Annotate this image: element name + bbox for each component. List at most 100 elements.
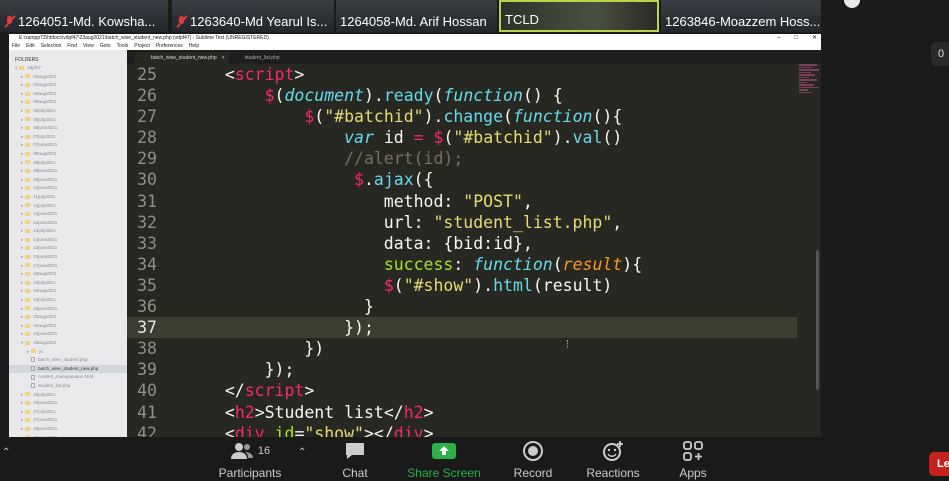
- folder-item[interactable]: ▸ 12july2021: [9, 202, 127, 211]
- folder-icon: [25, 418, 31, 423]
- folder-item[interactable]: ▸ 09june2021: [9, 176, 127, 185]
- code-area[interactable]: 25 <script> 26 $(document).ready(functio…: [127, 64, 797, 437]
- chevron-up-icon[interactable]: ⌃: [298, 447, 306, 458]
- folder-item[interactable]: ▸ 23aug2021: [9, 313, 127, 322]
- folder-item[interactable]: ▸ 19june2021: [9, 305, 127, 314]
- folder-item[interactable]: ▸ 05july2021: [9, 107, 127, 116]
- participants-button[interactable]: 16 Participants: [214, 437, 286, 481]
- folder-item[interactable]: ▸ 18july2021: [9, 279, 127, 288]
- file-item[interactable]: batch_wise_student_new.php: [9, 364, 127, 374]
- participant-tile[interactable]: 1263640-Md Yearul Is...: [172, 0, 334, 32]
- mic-muted-icon: [176, 15, 187, 28]
- folder-item[interactable]: ▸ 06june2021: [9, 124, 127, 133]
- folder-item[interactable]: ▸ 27july2021: [9, 408, 127, 417]
- folder-item[interactable]: ▸ 02aug2021: [9, 73, 127, 82]
- tab-batch-wise-student-new[interactable]: batch_wise_student_new.php ×: [135, 52, 229, 64]
- menu-bar: File Edit Selection Find View Goto Tools…: [9, 43, 821, 50]
- folder-item[interactable]: ▸ 03aug2021: [9, 81, 127, 90]
- code-line: 39 });: [137, 360, 295, 380]
- close-tab-icon[interactable]: ×: [222, 52, 225, 64]
- folder-item-label: 24aug2021: [33, 322, 57, 328]
- folder-item[interactable]: ▸ 17june2021: [9, 262, 127, 271]
- folder-item-label: 13june2021: [33, 219, 58, 225]
- participant-tile[interactable]: 1264051-Md. Kowsha...: [0, 0, 168, 32]
- folder-item[interactable]: ▸ 07june2021: [9, 141, 127, 150]
- menu-project[interactable]: Project: [134, 43, 150, 50]
- folder-item[interactable]: ▸ 11july2021: [9, 193, 127, 202]
- folder-icon: [25, 160, 31, 165]
- folder-item[interactable]: ▸ 24aug2021: [9, 322, 127, 331]
- folder-item[interactable]: ▸ js: [9, 348, 127, 357]
- folder-icon: [25, 211, 31, 216]
- file-item[interactable]: student_list.php: [9, 382, 127, 391]
- menu-goto[interactable]: Goto: [100, 43, 111, 50]
- folder-icon: [25, 186, 31, 191]
- folder-item[interactable]: ▸ 13june2021: [9, 219, 127, 228]
- folder-item[interactable]: ▸ 12june2021: [9, 210, 127, 219]
- folder-icon: [25, 194, 31, 199]
- menu-selection[interactable]: Selection: [41, 43, 62, 50]
- apps-button[interactable]: Apps: [670, 437, 716, 481]
- folder-item[interactable]: ▸ 26june2021: [9, 399, 127, 408]
- minimap[interactable]: [799, 64, 821, 124]
- chevron-up-icon[interactable]: ⌃: [2, 447, 10, 458]
- folder-item[interactable]: ▸ 04aug2021: [9, 90, 127, 99]
- folder-item[interactable]: ▸ 19aug2021: [9, 287, 127, 296]
- folder-item[interactable]: ▸ 14july2021: [9, 227, 127, 236]
- participant-tile-active-speaker[interactable]: TCLD: [499, 0, 659, 32]
- side-panel-button[interactable]: 0: [931, 42, 949, 66]
- meeting-toolbar: ⌃ 16 Participants ⌃ Chat Share Screen Re…: [0, 437, 949, 481]
- folder-item[interactable]: ▸ 08aug2021: [9, 150, 127, 159]
- folder-item[interactable]: ▸ 27june2021: [9, 416, 127, 425]
- folder-root[interactable]: ▾ vdpf47: [9, 64, 127, 73]
- menu-file[interactable]: File: [12, 43, 20, 50]
- folder-item[interactable]: ▸ 24june2021: [9, 330, 127, 339]
- file-item[interactable]: batch_wise_student.php: [9, 356, 127, 365]
- record-icon: [523, 441, 543, 461]
- folder-icon: [25, 426, 31, 431]
- tab-student-list[interactable]: student_list.php: [229, 52, 292, 64]
- folder-item[interactable]: ▸ 10june2021: [9, 184, 127, 193]
- code-line: 35 $("#show").html(result): [137, 275, 613, 295]
- folder-item[interactable]: ▸ 08july2021: [9, 159, 127, 168]
- close-icon[interactable]: ✕: [812, 34, 817, 43]
- folder-item[interactable]: ▾ 23aug2021: [9, 339, 127, 348]
- folder-item-label: 27june2021: [33, 417, 58, 423]
- participant-tile[interactable]: 1264058-Md. Arif Hossan: [336, 0, 497, 32]
- menu-tools[interactable]: Tools: [117, 43, 129, 50]
- menu-find[interactable]: Find: [67, 43, 77, 50]
- menu-view[interactable]: View: [83, 43, 94, 50]
- folder-item[interactable]: ▸ 08june2021: [9, 167, 127, 176]
- code-line: 41 <h2>Student list</h2>: [137, 402, 434, 422]
- folder-item[interactable]: ▸ 06july2021: [9, 116, 127, 125]
- folder-item[interactable]: ▸ 28june2021: [9, 425, 127, 434]
- folder-item-label: batch_wise_student_new.php: [38, 365, 99, 371]
- folder-item-label: 25july2021: [33, 391, 56, 397]
- folder-icon: [25, 409, 31, 414]
- share-screen-button[interactable]: Share Screen: [404, 437, 484, 481]
- folder-item[interactable]: ▸ 07july2021: [9, 133, 127, 142]
- window-control-icon[interactable]: [844, 0, 860, 8]
- code-editor[interactable]: batch_wise_student_new.php × student_list…: [127, 50, 821, 437]
- vertical-scrollbar[interactable]: [816, 250, 819, 390]
- menu-edit[interactable]: Edit: [26, 43, 35, 50]
- folder-item[interactable]: ▸ 05aug2021: [9, 98, 127, 107]
- folder-item[interactable]: ▸ 18aug2021: [9, 270, 127, 279]
- folder-item[interactable]: ▸ 16june2021: [9, 253, 127, 262]
- code-line: 36 }: [137, 297, 374, 317]
- reactions-button[interactable]: Reactions: [582, 437, 644, 481]
- participant-tile[interactable]: 1263846-Moazzem Hoss...: [661, 0, 821, 32]
- folder-item[interactable]: ▸ 19july2021: [9, 296, 127, 305]
- leave-button[interactable]: Le: [929, 452, 949, 476]
- chevron-right-icon: ▸: [21, 159, 24, 165]
- menu-preferences[interactable]: Preferences: [156, 43, 183, 50]
- folder-item[interactable]: ▸ 15june2021: [9, 244, 127, 253]
- record-button[interactable]: Record: [506, 437, 560, 481]
- file-item[interactable]: content_manupulation.html: [9, 373, 127, 382]
- folder-item[interactable]: ▸ 25july2021: [9, 391, 127, 400]
- minimize-icon[interactable]: –: [777, 34, 780, 43]
- chat-button[interactable]: Chat: [330, 437, 380, 481]
- folder-item[interactable]: ▸ 14june2021: [9, 236, 127, 245]
- menu-help[interactable]: Help: [189, 43, 199, 50]
- maximize-icon[interactable]: □: [794, 34, 798, 43]
